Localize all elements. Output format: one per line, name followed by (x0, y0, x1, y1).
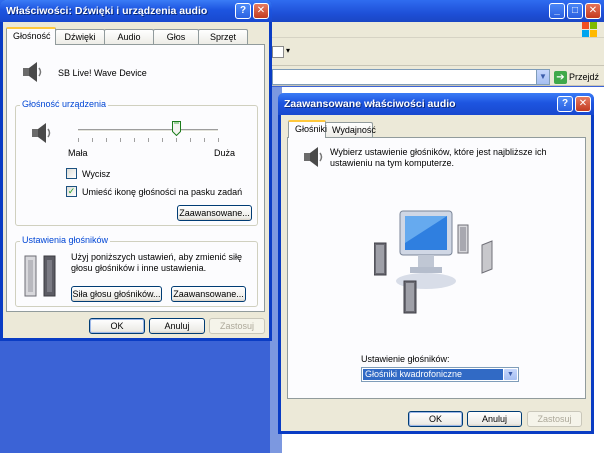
address-input[interactable] (272, 69, 550, 85)
volume-slider-tick (120, 138, 121, 142)
mute-checkbox[interactable] (66, 168, 77, 179)
sound-properties-dialog: Właściwości: Dźwięki i urządzenia audio … (0, 0, 272, 341)
help-button[interactable]: ? (557, 96, 573, 112)
ok-button[interactable]: OK (89, 318, 145, 334)
volume-slider-tick (204, 138, 205, 142)
speaker-setup-label: Ustawienie głośników: (361, 354, 450, 364)
volume-slider-track[interactable] (78, 129, 218, 132)
advanced-apply-button[interactable]: Zastosuj (527, 411, 582, 427)
volume-slider-tick (78, 138, 79, 142)
tab-sounds[interactable]: Dźwięki (55, 29, 105, 45)
advanced-audio-title-bar: Zaawansowane właściwości audio ? ✕ (278, 93, 594, 115)
speaker-setup-value: Głośniki kwadrofoniczne (363, 369, 503, 380)
close-button[interactable]: ✕ (585, 3, 601, 19)
background-menu-bar (270, 22, 604, 38)
volume-slider-tick (190, 138, 191, 142)
tab-volume[interactable]: Głośność (6, 27, 56, 45)
computer-speakers-illustration-icon (374, 210, 493, 314)
tab-voice[interactable]: Głos (153, 29, 199, 45)
apply-button[interactable]: Zastosuj (209, 318, 265, 334)
volume-high-label: Duża (214, 148, 236, 158)
advanced-ok-button[interactable]: OK (408, 411, 463, 427)
tab-speakers[interactable]: Głośniki (288, 120, 327, 138)
speaker-icon (304, 147, 323, 167)
views-icon[interactable] (272, 46, 284, 58)
maximize-button[interactable]: □ (567, 3, 583, 19)
device-name: SB Live! Wave Device (58, 68, 147, 78)
speakers-icon (24, 255, 56, 297)
go-arrow-icon: ➔ (554, 71, 567, 85)
go-button[interactable]: ➔ Przejdź (554, 69, 599, 85)
speakers-tab-panel: Wybierz ustawienie głośników, które jest… (287, 137, 586, 399)
advanced-tab-strip: Głośniki Wydajność (288, 120, 376, 138)
tray-icon-checkbox[interactable]: ✓ (66, 186, 77, 197)
go-label: Przejdź (569, 72, 600, 82)
device-volume-group-label: Głośność urządzenia (20, 99, 109, 109)
speaker-settings-description-1: Użyj poniższych ustawień, aby zmienić si… (71, 252, 243, 262)
advanced-description-2: ustawieniu na tym komputerze. (330, 158, 455, 168)
advanced-volume-button[interactable]: Zaawansowane... (177, 205, 252, 221)
volume-low-label: Mała (68, 148, 88, 158)
views-dropdown-icon[interactable]: ▾ (286, 46, 290, 55)
volume-speaker-icon (32, 123, 51, 143)
speaker-setup-select[interactable]: Głośniki kwadrofoniczne ▼ (361, 367, 519, 382)
speaker-settings-group-label: Ustawienia głośników (20, 235, 111, 245)
volume-slider-tick (106, 138, 107, 142)
close-button[interactable]: ✕ (253, 3, 269, 19)
volume-slider-thumb[interactable] (172, 121, 181, 136)
advanced-cancel-button[interactable]: Anuluj (467, 411, 522, 427)
minimize-button[interactable]: _ (549, 3, 565, 19)
mute-label: Wycisz (82, 169, 111, 179)
background-toolbar: ▾ (270, 38, 604, 66)
address-dropdown-icon[interactable]: ▼ (536, 70, 549, 84)
volume-slider-tick (134, 138, 135, 142)
device-volume-group: Głośność urządzenia Mała Duża Wycisz ✓ U… (15, 99, 258, 226)
speaker-settings-description-2: głosu głośników i inne ustawienia. (71, 263, 207, 273)
tab-audio[interactable]: Audio (104, 29, 154, 45)
volume-slider-tick (162, 138, 163, 142)
close-button[interactable]: ✕ (575, 96, 591, 112)
volume-tab-panel: SB Live! Wave Device Głośność urządzenia… (6, 44, 265, 312)
volume-slider-tick (176, 138, 177, 142)
volume-slider-tick (218, 138, 219, 142)
chevron-down-icon[interactable]: ▼ (504, 369, 517, 380)
speaker-advanced-button[interactable]: Zaawansowane... (171, 286, 246, 302)
sound-properties-title-bar: Właściwości: Dźwięki i urządzenia audio … (0, 0, 272, 22)
tab-strip: Głośność Dźwięki Audio Głos Sprzęt (6, 27, 248, 45)
speaker-icon (23, 62, 42, 82)
speaker-settings-group: Ustawienia głośników Użyj poniższych ust… (15, 235, 258, 307)
help-button[interactable]: ? (235, 3, 251, 19)
windows-logo-icon (582, 22, 598, 38)
dialog-title: Właściwości: Dźwięki i urządzenia audio (6, 5, 208, 17)
advanced-dialog-title: Zaawansowane właściwości audio (284, 98, 456, 110)
tab-performance[interactable]: Wydajność (325, 122, 376, 138)
tray-icon-label: Umieść ikonę głośności na pasku zadań (82, 187, 243, 197)
volume-slider-tick (92, 138, 93, 142)
advanced-description-1: Wybierz ustawienie głośników, które jest… (330, 147, 547, 157)
cancel-button[interactable]: Anuluj (149, 318, 205, 334)
tab-hardware[interactable]: Sprzęt (198, 29, 248, 45)
advanced-audio-dialog: Zaawansowane właściwości audio ? ✕ Głośn… (278, 93, 594, 434)
volume-slider-tick (148, 138, 149, 142)
speaker-volume-button[interactable]: Siła głosu głośników... (71, 286, 162, 302)
